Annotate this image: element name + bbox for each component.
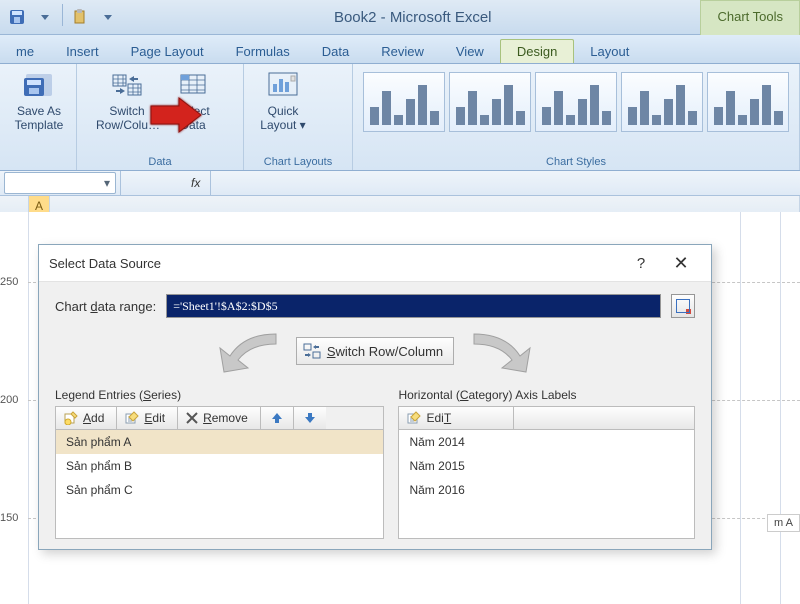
formula-bar: ▾ fx	[0, 171, 800, 196]
tab-layout[interactable]: Layout	[574, 40, 645, 63]
tab-page-layout[interactable]: Page Layout	[115, 40, 220, 63]
fx-icon[interactable]: fx	[181, 176, 210, 190]
chart-style-4[interactable]	[621, 72, 703, 132]
titlebar: Book2 - Microsoft Excel Chart Tools	[0, 0, 800, 35]
select-data-icon	[176, 68, 210, 102]
switch-row-column-icon	[110, 68, 144, 102]
tab-insert[interactable]: Insert	[50, 40, 115, 63]
series-listbox[interactable]: Sản phẩm A Sản phẩm B Sản phẩm C	[55, 429, 384, 539]
save-icon[interactable]	[4, 4, 30, 30]
arrow-up-icon	[271, 412, 283, 424]
legend-entries-panel: Legend Entries (Series) Add Edit Remove	[55, 388, 384, 539]
axis-150: 150	[0, 512, 18, 524]
group-data: Switch Row/Colu… Select Data Data	[77, 64, 244, 170]
tab-design[interactable]: Design	[500, 39, 574, 63]
category-axis-panel: Horizontal (Category) Axis Labels EdiT N…	[398, 388, 695, 539]
group-title-layouts: Chart Layouts	[252, 154, 344, 168]
list-item[interactable]: Năm 2015	[399, 454, 694, 478]
dialog-title: Select Data Source	[49, 256, 621, 271]
chart-style-3[interactable]	[535, 72, 617, 132]
axis-200: 200	[0, 394, 18, 406]
list-item[interactable]: Sản phẩm A	[56, 430, 383, 454]
categories-edit-button[interactable]: EdiT	[399, 407, 514, 429]
paste-icon[interactable]	[67, 4, 93, 30]
select-data-label: Select Data	[176, 104, 209, 132]
category-axis-title: Horizontal (Category) Axis Labels	[398, 388, 695, 402]
tab-review[interactable]: Review	[365, 40, 440, 63]
switch-row-column-dialog-button[interactable]: Switch Row/Column	[296, 337, 454, 365]
range-selector-icon[interactable]	[671, 294, 695, 318]
list-item[interactable]: Năm 2014	[399, 430, 694, 454]
chart-style-2[interactable]	[449, 72, 531, 132]
group-chart-layouts: Quick Layout ▾ Chart Layouts	[244, 64, 353, 170]
categories-listbox[interactable]: Năm 2014 Năm 2015 Năm 2016	[398, 429, 695, 539]
series-add-button[interactable]: Add	[56, 407, 117, 429]
tab-formulas[interactable]: Formulas	[220, 40, 306, 63]
switch-row-column-dialog-label: Switch Row/Column	[327, 344, 443, 359]
name-box[interactable]: ▾	[4, 172, 116, 194]
arrow-down-icon	[304, 412, 316, 424]
group-templates: Save As Template	[0, 64, 77, 170]
tab-view[interactable]: View	[440, 40, 500, 63]
quick-layout-button[interactable]: Quick Layout ▾	[252, 68, 314, 133]
legend-entries-title: Legend Entries (Series)	[55, 388, 384, 402]
group-title-data: Data	[85, 154, 235, 168]
list-item[interactable]: Sản phẩm B	[56, 454, 383, 478]
select-data-source-dialog: Select Data Source ? ✕ Chart data range:…	[38, 244, 712, 550]
dialog-titlebar[interactable]: Select Data Source ? ✕	[39, 245, 711, 282]
chart-tools-tab: Chart Tools	[700, 0, 800, 35]
qat-more-icon[interactable]	[95, 4, 121, 30]
series-edit-button[interactable]: Edit	[117, 407, 178, 429]
legend-fragment: m A	[767, 514, 800, 532]
chart-data-range-label: Chart data range:	[55, 299, 156, 314]
chart-style-5[interactable]	[707, 72, 789, 132]
axis-250: 250	[0, 276, 18, 288]
edit-icon	[125, 411, 139, 425]
chart-data-range-input[interactable]: ='Sheet1'!$A$2:$D$5	[166, 294, 661, 318]
switch-row-column-button[interactable]: Switch Row/Colu…	[96, 68, 158, 133]
separator	[62, 4, 63, 26]
remove-icon	[186, 412, 198, 424]
tab-data[interactable]: Data	[306, 40, 365, 63]
app-title: Book2 - Microsoft Excel	[125, 9, 700, 26]
dialog-help-button[interactable]: ?	[621, 255, 661, 272]
series-move-up-button[interactable]	[261, 407, 294, 429]
close-icon[interactable]: ✕	[661, 253, 701, 274]
tab-home[interactable]: me	[0, 40, 50, 63]
edit-icon	[407, 411, 421, 425]
switch-row-column-label: Switch Row/Colu…	[96, 104, 160, 132]
group-title-templates	[8, 166, 68, 168]
chart-style-1[interactable]	[363, 72, 445, 132]
curve-arrow-right-icon	[454, 328, 544, 374]
quick-access-toolbar	[0, 2, 125, 32]
formula-input[interactable]	[210, 171, 800, 195]
save-template-icon	[22, 68, 56, 102]
list-item[interactable]: Sản phẩm C	[56, 478, 383, 502]
qat-dropdown-icon[interactable]	[32, 4, 58, 30]
ribbon: Save As Template Switch Row/Colu… Select…	[0, 64, 800, 171]
ribbon-tabs: me Insert Page Layout Formulas Data Revi…	[0, 35, 800, 64]
quick-layout-label: Quick Layout ▾	[260, 104, 305, 132]
series-remove-button[interactable]: Remove	[178, 407, 261, 429]
group-title-styles: Chart Styles	[361, 154, 791, 168]
name-box-dropdown-icon[interactable]: ▾	[99, 176, 115, 190]
switch-row-column-small-icon	[303, 342, 321, 360]
group-chart-styles: Chart Styles	[353, 64, 800, 170]
quick-layout-icon	[266, 68, 300, 102]
list-item[interactable]: Năm 2016	[399, 478, 694, 502]
series-move-down-button[interactable]	[294, 407, 326, 429]
select-data-button[interactable]: Select Data	[162, 68, 224, 133]
curve-arrow-left-icon	[206, 328, 296, 374]
add-icon	[64, 411, 78, 425]
save-as-template-button[interactable]: Save As Template	[8, 68, 70, 133]
save-as-template-label: Save As Template	[15, 104, 64, 132]
